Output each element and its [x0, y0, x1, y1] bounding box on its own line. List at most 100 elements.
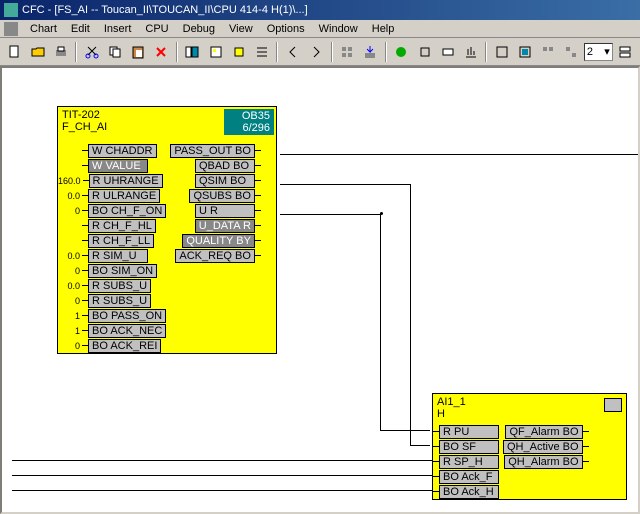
pin-label: QUALITY BY [182, 234, 255, 248]
pin-label: QBAD BO [195, 159, 255, 173]
pin-label: W CHADDR [88, 144, 157, 158]
pin-value: 1 [58, 326, 82, 336]
tb-cut[interactable] [81, 41, 102, 63]
pin-subs_u[interactable]: 0.0R SUBS_U [58, 278, 166, 293]
menu-chart[interactable]: Chart [24, 22, 63, 36]
sep [331, 42, 333, 62]
tb-test[interactable] [391, 41, 412, 63]
mdi-icon[interactable] [4, 22, 18, 36]
zoom-combo[interactable]: 2▾ [584, 43, 613, 61]
pin-value: 0 [58, 296, 82, 306]
tb-list[interactable] [251, 41, 272, 63]
tb-btn14[interactable] [414, 41, 435, 63]
tb-print[interactable] [50, 41, 71, 63]
block2-icon [604, 398, 622, 412]
tb-zoom1[interactable] [491, 41, 512, 63]
menu-debug[interactable]: Debug [177, 22, 221, 36]
block1-header: TIT-202 F_CH_AI OB35 6/296 [58, 107, 276, 143]
menu-window[interactable]: Window [313, 22, 364, 36]
tb-download[interactable] [360, 41, 381, 63]
tb-new[interactable] [4, 41, 25, 63]
tb-zoom4[interactable] [561, 41, 582, 63]
tb-zoom3[interactable] [538, 41, 559, 63]
menu-view[interactable]: View [223, 22, 259, 36]
pin-label: QF_Alarm BO [505, 425, 582, 439]
pin-quality[interactable]: QUALITY BY [170, 233, 261, 248]
block2-type: H [437, 408, 622, 420]
pin-value: 0.0 [58, 281, 82, 291]
block2-outputs: QF_Alarm BOQH_Active BOQH_Alarm BO [503, 424, 589, 499]
block1-runtime: OB35 6/296 [224, 109, 274, 135]
pin-value: 1 [58, 311, 82, 321]
pin-label: BO ACK_NEC [88, 324, 166, 338]
pin-qsim[interactable]: QSIM BO [170, 173, 261, 188]
pin-qf_alarm[interactable]: QF_Alarm BO [503, 424, 589, 439]
pin-qbad[interactable]: QBAD BO [170, 158, 261, 173]
pin-subs_u[interactable]: 0 R SUBS_U [58, 293, 166, 308]
pin-value: 0 [58, 206, 82, 216]
tb-compile[interactable] [337, 41, 358, 63]
pin-label: U_DATA R [195, 219, 255, 233]
pin-ack_h[interactable]: BO Ack_H [433, 484, 499, 499]
pin-value: 0.0 [58, 191, 82, 201]
pin-ack_f[interactable]: BO Ack_F [433, 469, 499, 484]
pin-sf[interactable]: BO SF [433, 439, 499, 454]
sep [385, 42, 387, 62]
pin-ack_rei[interactable]: 0BO ACK_REI [58, 338, 166, 353]
pin-u[interactable]: U R [170, 203, 261, 218]
tb-prev[interactable] [282, 41, 303, 63]
pin-label: R CH_F_LL [88, 234, 154, 248]
pin-pass_on[interactable]: 1 BO PASS_ON [58, 308, 166, 323]
tb-layout[interactable] [615, 41, 636, 63]
pin-qh_alarm[interactable]: QH_Alarm BO [503, 454, 589, 469]
tb-next[interactable] [306, 41, 327, 63]
block-ai1[interactable]: AI1_1 H R PUBO SFR SP_HBO Ack_FBO Ack_H … [432, 393, 627, 500]
tb-chart[interactable] [205, 41, 226, 63]
pin-qh_active[interactable]: QH_Active BO [503, 439, 589, 454]
pin-sim_on[interactable]: 0BO SIM_ON [58, 263, 166, 278]
pin-sim_u[interactable]: 0.0R SIM_U [58, 248, 166, 263]
pin-ack_nec[interactable]: 1 BO ACK_NEC [58, 323, 166, 338]
menu-insert[interactable]: Insert [98, 22, 138, 36]
pin-qsubs[interactable]: QSUBS BO [170, 188, 261, 203]
tb-btn16[interactable] [460, 41, 481, 63]
pin-pu[interactable]: R PU [433, 424, 499, 439]
menu-options[interactable]: Options [261, 22, 311, 36]
pin-u_data[interactable]: U_DATA R [170, 218, 261, 233]
pin-chaddr[interactable]: W CHADDR [58, 143, 166, 158]
pin-label: QSIM BO [195, 174, 255, 188]
pin-value[interactable]: W VALUE [58, 158, 166, 173]
pin-pass_out[interactable]: PASS_OUT BO [170, 143, 261, 158]
pin-label: QSUBS BO [189, 189, 254, 203]
menu-cpu[interactable]: CPU [139, 22, 174, 36]
tb-copy[interactable] [105, 41, 126, 63]
tb-block[interactable] [228, 41, 249, 63]
menu-help[interactable]: Help [366, 22, 401, 36]
pin-label: QH_Alarm BO [504, 455, 582, 469]
pin-label: BO CH_F_ON [88, 204, 166, 218]
tb-paste[interactable] [128, 41, 149, 63]
menu-bar: Chart Edit Insert CPU Debug View Options… [0, 20, 640, 38]
pin-label: W VALUE [88, 159, 148, 173]
tb-delete[interactable] [151, 41, 172, 63]
tb-zoom2[interactable] [515, 41, 536, 63]
tb-open[interactable] [27, 41, 48, 63]
tb-btn15[interactable] [437, 41, 458, 63]
pin-ack_req[interactable]: ACK_REQ BO [170, 248, 261, 263]
pin-sp_h[interactable]: R SP_H [433, 454, 499, 469]
pin-label: BO Ack_F [439, 470, 499, 484]
pin-label: R SIM_U [88, 249, 148, 263]
pin-label: BO PASS_ON [88, 309, 166, 323]
pin-label: R PU [439, 425, 499, 439]
pin-ch_f_hl[interactable]: R CH_F_HL [58, 218, 166, 233]
pin-label: R SUBS_U [88, 294, 151, 308]
pin-value: 0 [58, 341, 82, 351]
pin-uhrange[interactable]: 160.0R UHRANGE [58, 173, 166, 188]
workspace[interactable]: TIT-202 F_CH_AI OB35 6/296 W CHADDRW VAL… [0, 66, 640, 514]
menu-edit[interactable]: Edit [65, 22, 96, 36]
tb-catalog[interactable] [182, 41, 203, 63]
pin-ch_f_on[interactable]: 0 BO CH_F_ON [58, 203, 166, 218]
pin-ulrange[interactable]: 0.0R ULRANGE [58, 188, 166, 203]
pin-ch_f_ll[interactable]: R CH_F_LL [58, 233, 166, 248]
block-tit202[interactable]: TIT-202 F_CH_AI OB35 6/296 W CHADDRW VAL… [57, 106, 277, 354]
